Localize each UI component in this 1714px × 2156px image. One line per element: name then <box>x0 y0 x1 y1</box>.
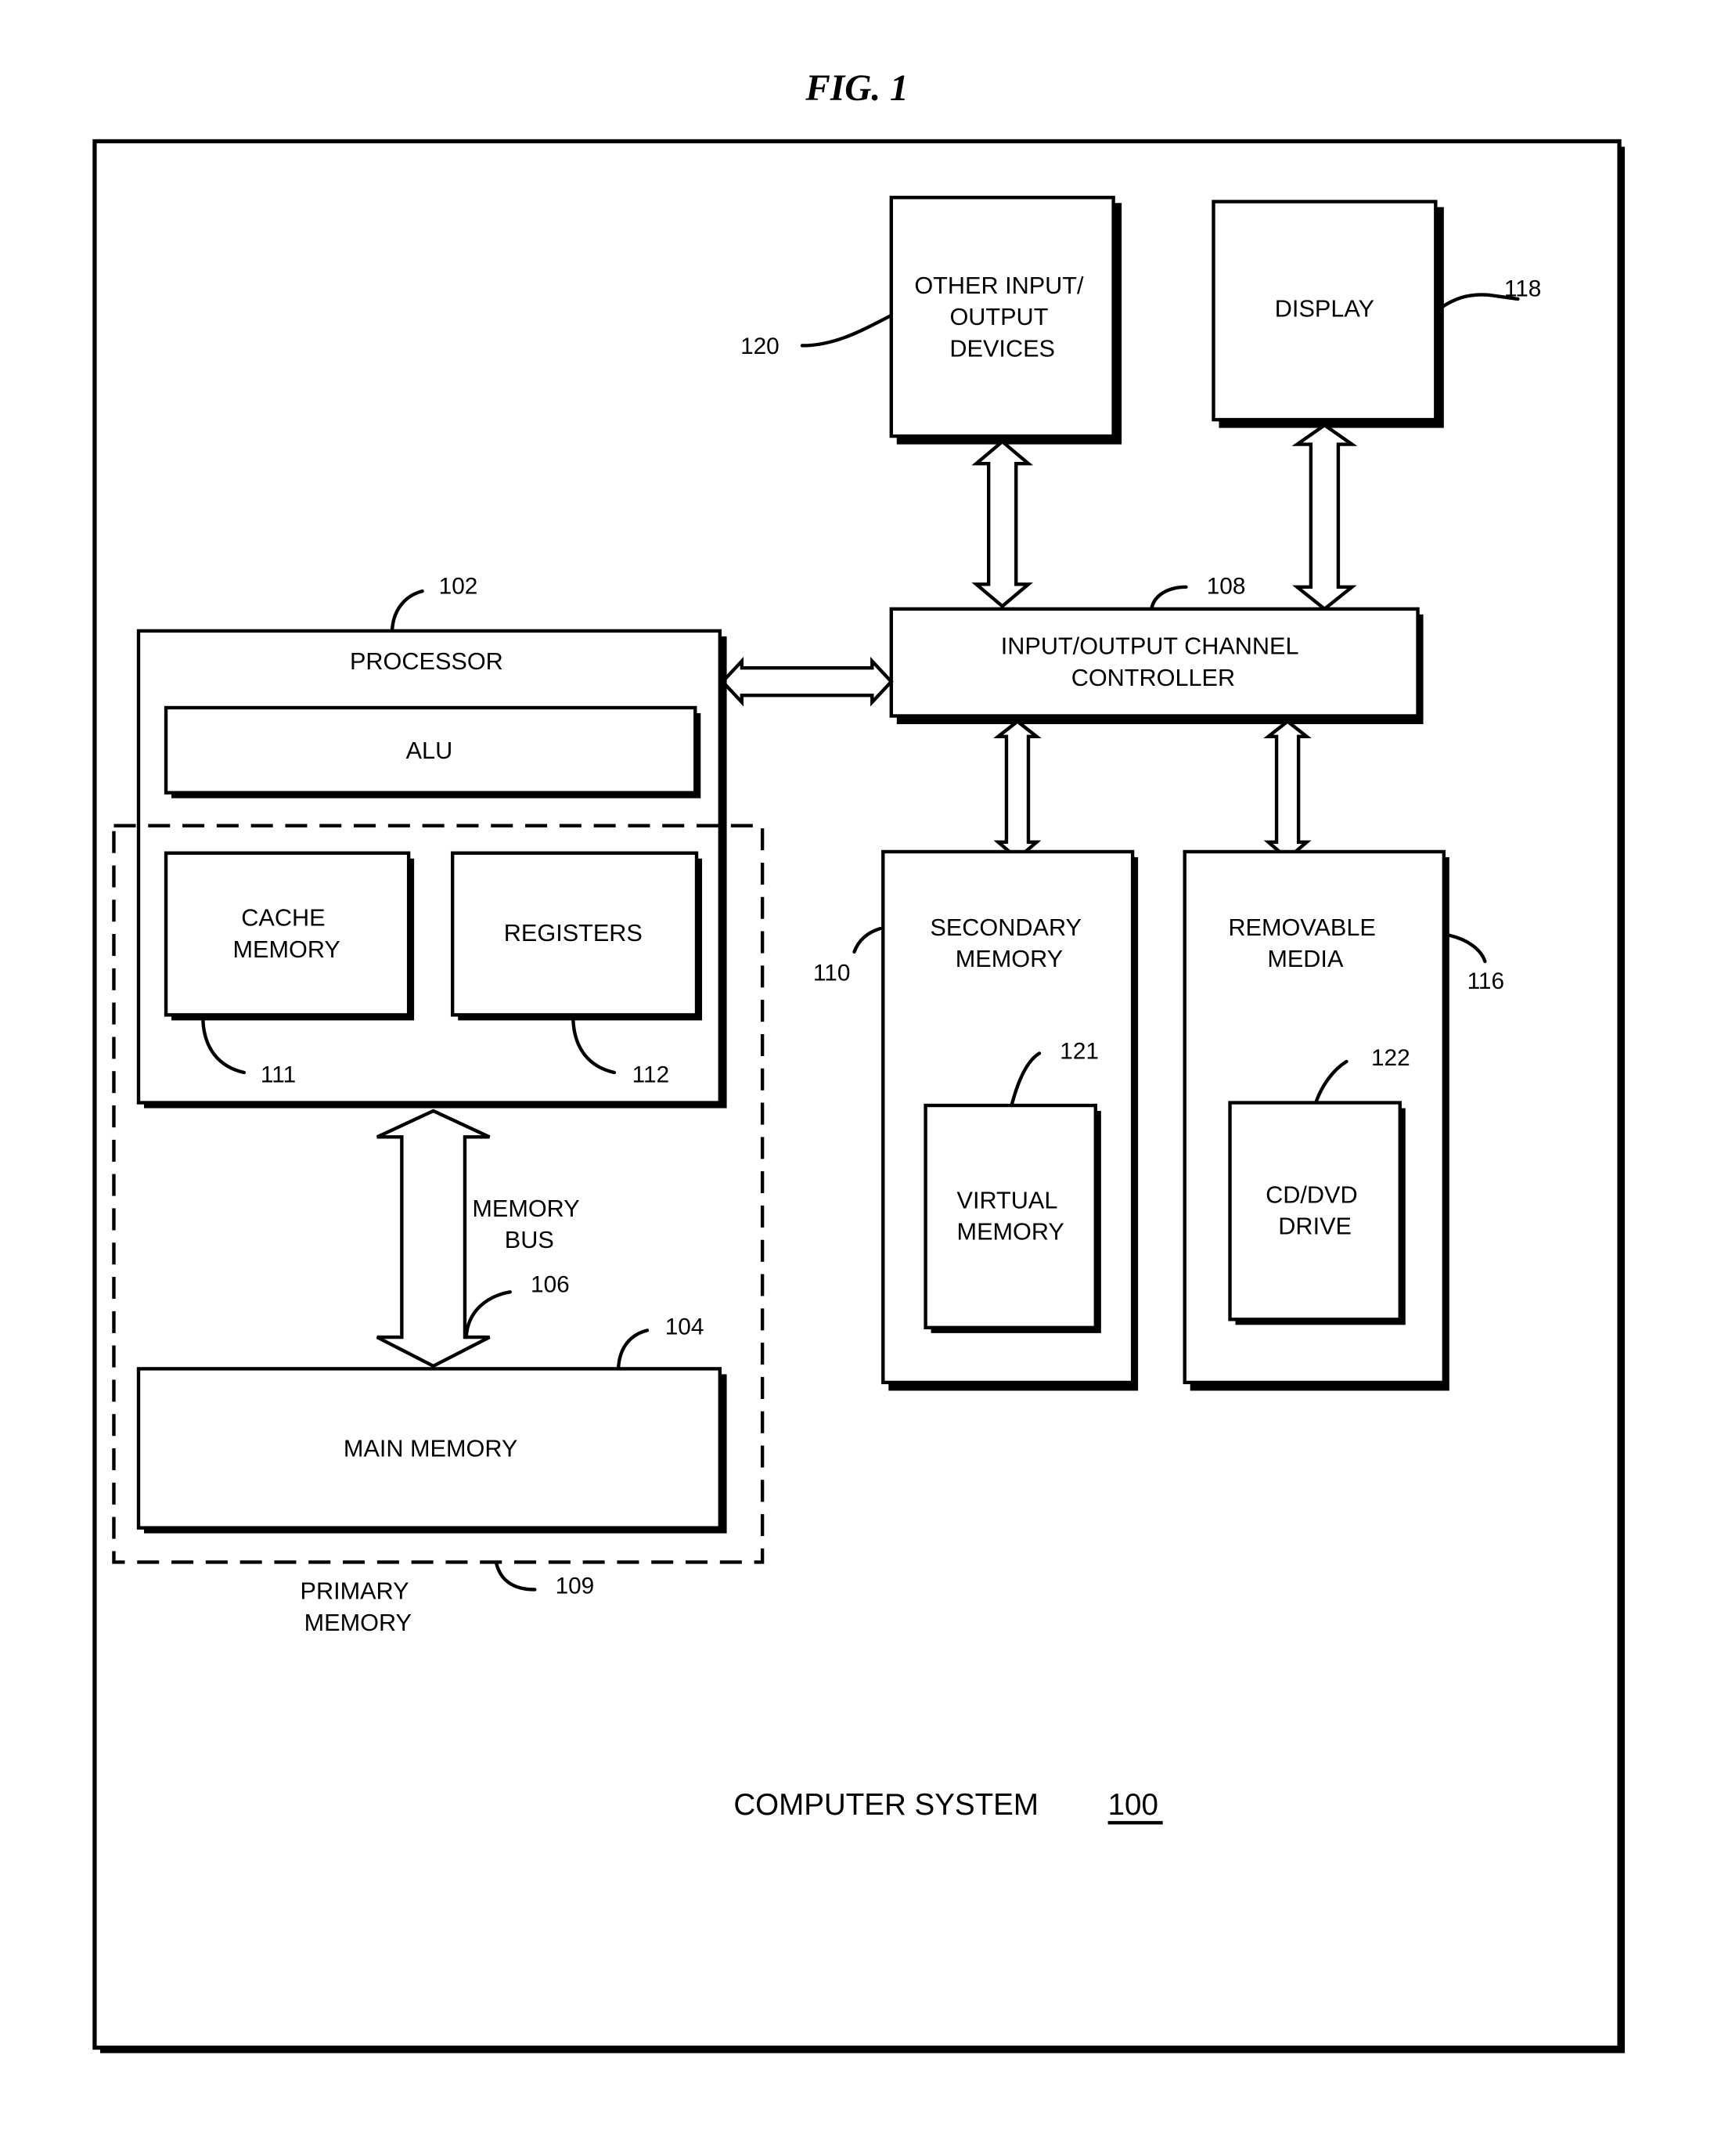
ref-102: 102 <box>439 574 478 600</box>
ref-111: 111 <box>261 1062 296 1087</box>
ref-112: 112 <box>632 1062 669 1087</box>
bidirectional-arrow-processor-io <box>720 656 894 707</box>
ref-122: 122 <box>1371 1045 1410 1071</box>
ref-116: 116 <box>1467 968 1504 994</box>
registers-label: REGISTERS <box>504 920 643 946</box>
alu-label: ALU <box>406 737 453 764</box>
ref-109: 109 <box>556 1574 595 1599</box>
main-memory-label: MAIN MEMORY <box>344 1436 517 1462</box>
figure-caption: COMPUTER SYSTEM <box>733 1788 1039 1822</box>
ref-108: 108 <box>1207 574 1246 600</box>
processor-label: PROCESSOR <box>350 648 503 675</box>
figure-caption-ref: 100 <box>1108 1788 1158 1822</box>
ref-104: 104 <box>665 1314 704 1340</box>
ref-120: 120 <box>740 333 780 359</box>
figure-title: FIG. 1 <box>805 68 908 109</box>
ref-110: 110 <box>813 961 850 986</box>
ref-118: 118 <box>1504 276 1541 301</box>
ref-121: 121 <box>1060 1038 1099 1064</box>
ref-106: 106 <box>531 1271 570 1297</box>
alu-block: ALU <box>164 705 701 799</box>
patent-figure: FIG. 1 OTHER INPUT/ OUTPUT DEVICES 120 D… <box>92 68 1626 2053</box>
processor-block: PROCESSOR 102 <box>136 574 727 1109</box>
display-label: DISPLAY <box>1275 296 1374 323</box>
